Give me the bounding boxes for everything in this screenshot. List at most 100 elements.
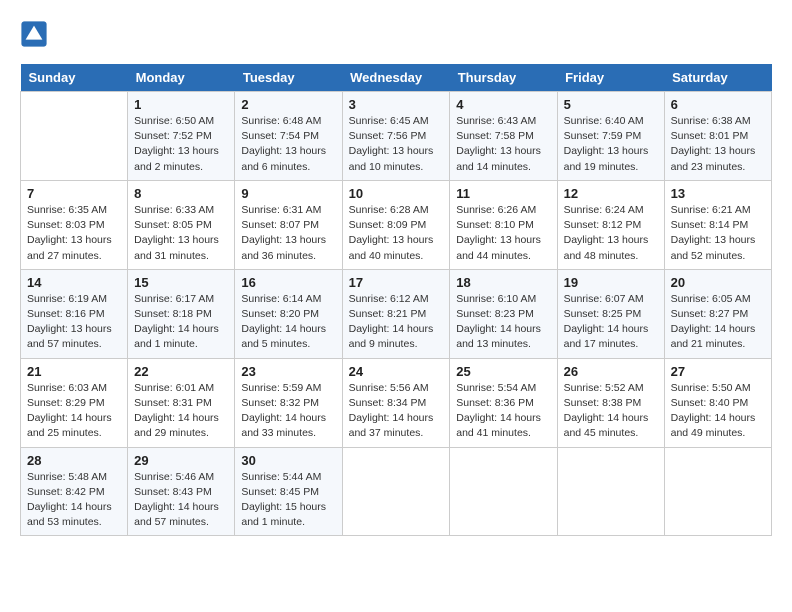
day-number: 7 xyxy=(27,186,121,201)
calendar-cell xyxy=(450,447,557,536)
calendar-cell: 18Sunrise: 6:10 AMSunset: 8:23 PMDayligh… xyxy=(450,269,557,358)
day-detail: Sunrise: 6:21 AMSunset: 8:14 PMDaylight:… xyxy=(671,203,765,264)
day-number: 24 xyxy=(349,364,444,379)
calendar-week-row: 7 Sunrise: 6:35 AMSunset: 8:03 PMDaylight… xyxy=(21,180,772,269)
day-detail: Sunrise: 5:44 AMSunset: 8:45 PMDaylight:… xyxy=(241,470,335,531)
day-number: 15 xyxy=(134,275,228,290)
header-saturday: Saturday xyxy=(664,64,771,92)
calendar-cell: 14 Sunrise: 6:19 AMSunset: 8:16 PMDayligh… xyxy=(21,269,128,358)
day-number: 10 xyxy=(349,186,444,201)
day-detail: Sunrise: 6:40 AMSunset: 7:59 PMDaylight:… xyxy=(564,114,658,175)
day-number: 5 xyxy=(564,97,658,112)
day-detail: Sunrise: 6:17 AMSunset: 8:18 PMDaylight:… xyxy=(134,292,228,353)
day-detail: Sunrise: 6:07 AMSunset: 8:25 PMDaylight:… xyxy=(564,292,658,353)
day-detail: Sunrise: 5:56 AMSunset: 8:34 PMDaylight:… xyxy=(349,381,444,442)
day-number: 3 xyxy=(349,97,444,112)
day-number: 13 xyxy=(671,186,765,201)
day-detail: Sunrise: 6:45 AMSunset: 7:56 PMDaylight:… xyxy=(349,114,444,175)
day-number: 16 xyxy=(241,275,335,290)
day-detail: Sunrise: 5:48 AMSunset: 8:42 PMDaylight:… xyxy=(27,470,121,531)
calendar-cell: 4Sunrise: 6:43 AMSunset: 7:58 PMDaylight… xyxy=(450,92,557,181)
calendar-cell: 17 Sunrise: 6:12 AMSunset: 8:21 PMDayligh… xyxy=(342,269,450,358)
calendar-cell: 16 Sunrise: 6:14 AMSunset: 8:20 PMDayligh… xyxy=(235,269,342,358)
calendar-cell: 29 Sunrise: 5:46 AMSunset: 8:43 PMDayligh… xyxy=(128,447,235,536)
day-number: 17 xyxy=(349,275,444,290)
calendar-cell: 2Sunrise: 6:48 AMSunset: 7:54 PMDaylight… xyxy=(235,92,342,181)
day-detail: Sunrise: 5:52 AMSunset: 8:38 PMDaylight:… xyxy=(564,381,658,442)
calendar-cell: 22 Sunrise: 6:01 AMSunset: 8:31 PMDayligh… xyxy=(128,358,235,447)
calendar-cell xyxy=(342,447,450,536)
calendar-cell: 12 Sunrise: 6:24 AMSunset: 8:12 PMDayligh… xyxy=(557,180,664,269)
day-detail: Sunrise: 6:38 AMSunset: 8:01 PMDaylight:… xyxy=(671,114,765,175)
day-detail: Sunrise: 6:14 AMSunset: 8:20 PMDaylight:… xyxy=(241,292,335,353)
calendar-cell: 26 Sunrise: 5:52 AMSunset: 8:38 PMDayligh… xyxy=(557,358,664,447)
day-detail: Sunrise: 6:43 AMSunset: 7:58 PMDaylight:… xyxy=(456,114,550,175)
calendar-header-row: SundayMondayTuesdayWednesdayThursdayFrid… xyxy=(21,64,772,92)
day-number: 14 xyxy=(27,275,121,290)
calendar-cell xyxy=(557,447,664,536)
calendar-cell: 28Sunrise: 5:48 AMSunset: 8:42 PMDayligh… xyxy=(21,447,128,536)
day-detail: Sunrise: 6:05 AMSunset: 8:27 PMDaylight:… xyxy=(671,292,765,353)
day-detail: Sunrise: 6:10 AMSunset: 8:23 PMDaylight:… xyxy=(456,292,550,353)
calendar-cell: 7 Sunrise: 6:35 AMSunset: 8:03 PMDaylight… xyxy=(21,180,128,269)
header-tuesday: Tuesday xyxy=(235,64,342,92)
day-number: 9 xyxy=(241,186,335,201)
calendar-cell: 13 Sunrise: 6:21 AMSunset: 8:14 PMDayligh… xyxy=(664,180,771,269)
header-sunday: Sunday xyxy=(21,64,128,92)
header-monday: Monday xyxy=(128,64,235,92)
day-detail: Sunrise: 6:28 AMSunset: 8:09 PMDaylight:… xyxy=(349,203,444,264)
day-detail: Sunrise: 6:26 AMSunset: 8:10 PMDaylight:… xyxy=(456,203,550,264)
day-number: 21 xyxy=(27,364,121,379)
day-detail: Sunrise: 5:59 AMSunset: 8:32 PMDaylight:… xyxy=(241,381,335,442)
calendar-cell: 20 Sunrise: 6:05 AMSunset: 8:27 PMDayligh… xyxy=(664,269,771,358)
day-detail: Sunrise: 5:54 AMSunset: 8:36 PMDaylight:… xyxy=(456,381,550,442)
calendar-cell: 21 Sunrise: 6:03 AMSunset: 8:29 PMDayligh… xyxy=(21,358,128,447)
calendar-cell: 9 Sunrise: 6:31 AMSunset: 8:07 PMDaylight… xyxy=(235,180,342,269)
calendar-cell: 11 Sunrise: 6:26 AMSunset: 8:10 PMDayligh… xyxy=(450,180,557,269)
day-detail: Sunrise: 6:50 AMSunset: 7:52 PMDaylight:… xyxy=(134,114,228,175)
day-number: 8 xyxy=(134,186,228,201)
calendar-table: SundayMondayTuesdayWednesdayThursdayFrid… xyxy=(20,64,772,536)
calendar-cell: 30 Sunrise: 5:44 AMSunset: 8:45 PMDayligh… xyxy=(235,447,342,536)
day-detail: Sunrise: 6:31 AMSunset: 8:07 PMDaylight:… xyxy=(241,203,335,264)
day-number: 22 xyxy=(134,364,228,379)
calendar-week-row: 21 Sunrise: 6:03 AMSunset: 8:29 PMDayligh… xyxy=(21,358,772,447)
calendar-cell: 8Sunrise: 6:33 AMSunset: 8:05 PMDaylight… xyxy=(128,180,235,269)
day-number: 26 xyxy=(564,364,658,379)
day-detail: Sunrise: 5:46 AMSunset: 8:43 PMDaylight:… xyxy=(134,470,228,531)
day-detail: Sunrise: 6:12 AMSunset: 8:21 PMDaylight:… xyxy=(349,292,444,353)
calendar-cell xyxy=(664,447,771,536)
calendar-cell: 1 Sunrise: 6:50 AMSunset: 7:52 PMDaylight… xyxy=(128,92,235,181)
day-number: 1 xyxy=(134,97,228,112)
day-number: 12 xyxy=(564,186,658,201)
calendar-cell: 3 Sunrise: 6:45 AMSunset: 7:56 PMDaylight… xyxy=(342,92,450,181)
day-number: 27 xyxy=(671,364,765,379)
day-detail: Sunrise: 6:01 AMSunset: 8:31 PMDaylight:… xyxy=(134,381,228,442)
logo xyxy=(20,20,52,48)
logo-icon xyxy=(20,20,48,48)
day-detail: Sunrise: 6:35 AMSunset: 8:03 PMDaylight:… xyxy=(27,203,121,264)
calendar-week-row: 28Sunrise: 5:48 AMSunset: 8:42 PMDayligh… xyxy=(21,447,772,536)
day-number: 30 xyxy=(241,453,335,468)
calendar-cell: 6 Sunrise: 6:38 AMSunset: 8:01 PMDaylight… xyxy=(664,92,771,181)
day-detail: Sunrise: 6:24 AMSunset: 8:12 PMDaylight:… xyxy=(564,203,658,264)
day-number: 11 xyxy=(456,186,550,201)
calendar-cell: 5 Sunrise: 6:40 AMSunset: 7:59 PMDaylight… xyxy=(557,92,664,181)
day-number: 25 xyxy=(456,364,550,379)
day-number: 19 xyxy=(564,275,658,290)
day-number: 29 xyxy=(134,453,228,468)
calendar-cell: 19 Sunrise: 6:07 AMSunset: 8:25 PMDayligh… xyxy=(557,269,664,358)
calendar-week-row: 1 Sunrise: 6:50 AMSunset: 7:52 PMDaylight… xyxy=(21,92,772,181)
page-header xyxy=(20,20,772,48)
header-wednesday: Wednesday xyxy=(342,64,450,92)
calendar-cell: 27Sunrise: 5:50 AMSunset: 8:40 PMDayligh… xyxy=(664,358,771,447)
day-number: 23 xyxy=(241,364,335,379)
calendar-cell: 10 Sunrise: 6:28 AMSunset: 8:09 PMDayligh… xyxy=(342,180,450,269)
day-detail: Sunrise: 6:19 AMSunset: 8:16 PMDaylight:… xyxy=(27,292,121,353)
calendar-cell: 15 Sunrise: 6:17 AMSunset: 8:18 PMDayligh… xyxy=(128,269,235,358)
day-detail: Sunrise: 6:03 AMSunset: 8:29 PMDaylight:… xyxy=(27,381,121,442)
header-thursday: Thursday xyxy=(450,64,557,92)
calendar-cell: 24 Sunrise: 5:56 AMSunset: 8:34 PMDayligh… xyxy=(342,358,450,447)
day-number: 20 xyxy=(671,275,765,290)
day-number: 6 xyxy=(671,97,765,112)
